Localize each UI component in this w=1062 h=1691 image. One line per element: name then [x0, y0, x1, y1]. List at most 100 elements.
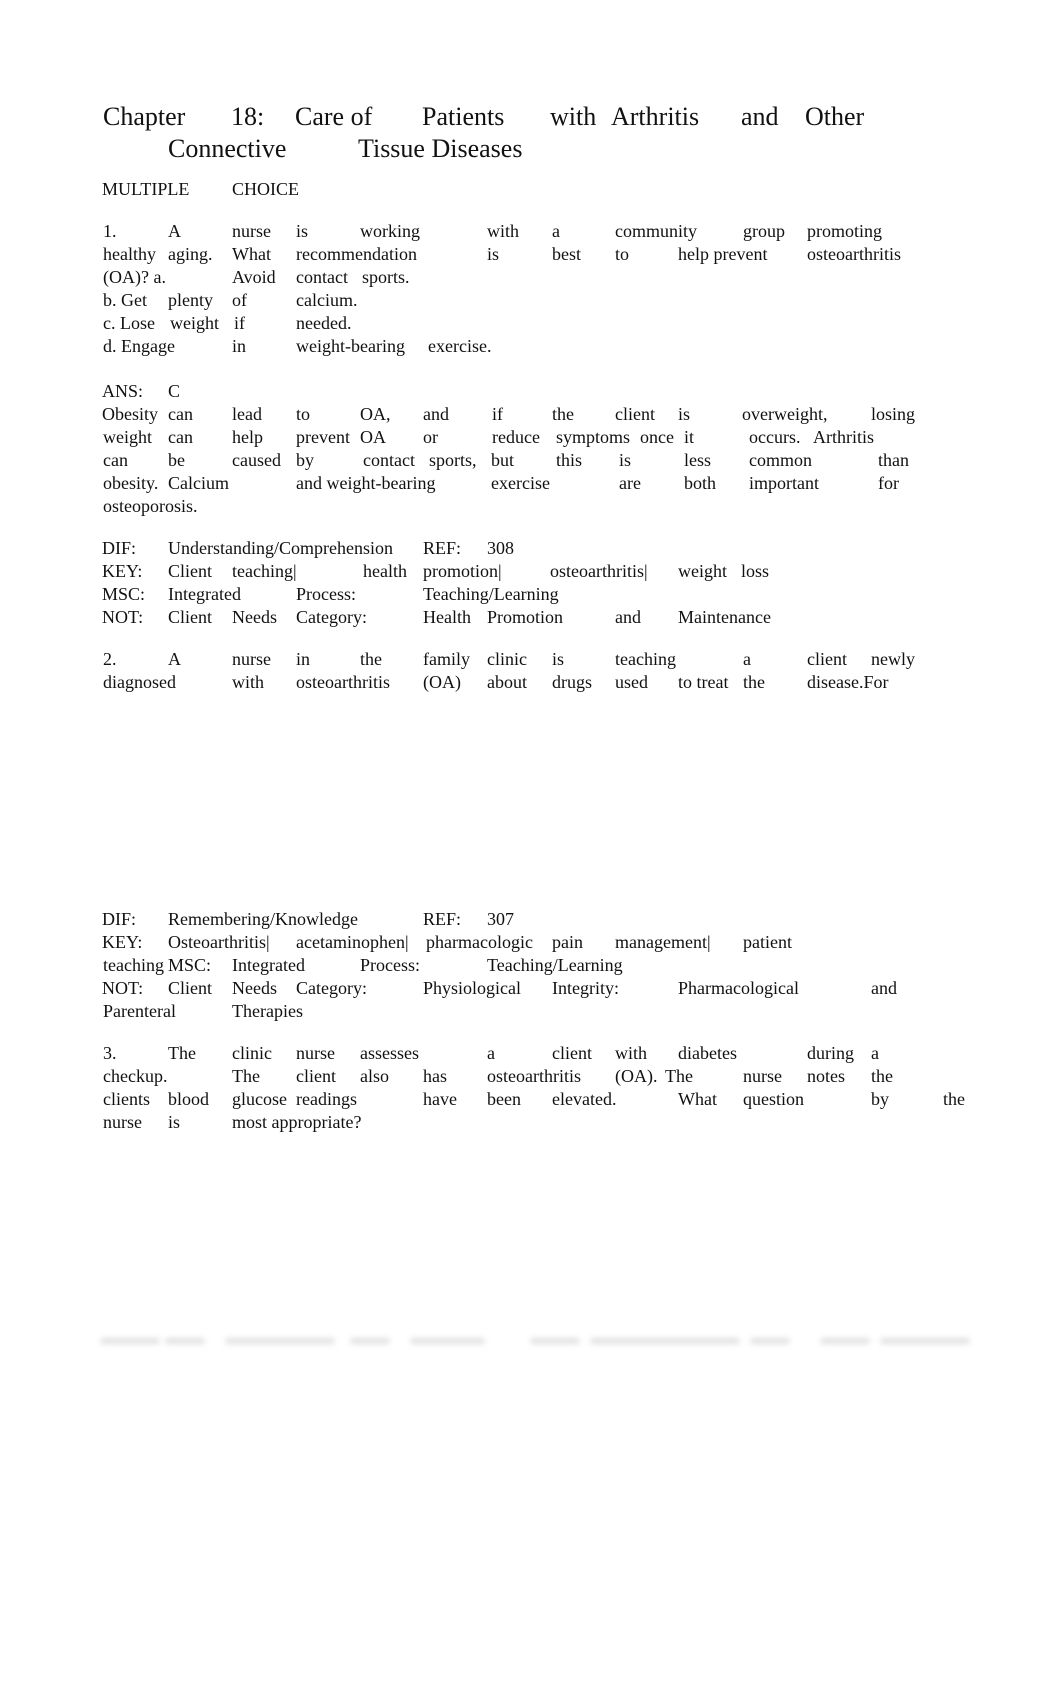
word: help prevent: [678, 244, 768, 264]
word: newly: [871, 649, 915, 669]
word: loss: [741, 561, 770, 581]
word: Osteoarthritis|: [168, 932, 270, 952]
title-word: with: [550, 102, 597, 131]
word: management|: [615, 932, 711, 952]
word: patient: [743, 932, 792, 952]
meta-label: MSC:: [102, 584, 146, 604]
word: the: [871, 1066, 893, 1086]
title-word: Other: [805, 102, 865, 131]
word: Needs: [232, 607, 277, 627]
word: group: [743, 221, 785, 241]
obscured-content: [100, 1338, 970, 1348]
word: diagnosed: [103, 672, 176, 692]
word: if: [492, 404, 503, 424]
word: a: [743, 649, 751, 669]
word: reduce: [492, 427, 540, 447]
word: nurse: [743, 1066, 782, 1086]
word: is: [168, 1112, 181, 1132]
word: client: [552, 1043, 592, 1063]
word: A: [168, 649, 181, 669]
word: help: [232, 427, 263, 447]
word: calcium.: [296, 290, 358, 310]
word: common: [749, 450, 812, 470]
word: Promotion: [487, 607, 564, 627]
word: for: [878, 473, 899, 493]
word: if: [234, 313, 245, 333]
word: and: [423, 404, 449, 424]
word: weight: [103, 427, 152, 447]
word: can: [168, 404, 193, 424]
word: teaching: [615, 649, 676, 669]
word: (OA): [423, 672, 461, 692]
blur-segment: [750, 1338, 790, 1344]
meta-label: KEY:: [102, 932, 143, 952]
word: caused: [232, 450, 281, 470]
word: family: [423, 649, 470, 669]
word: in: [296, 649, 311, 669]
word: blood: [168, 1089, 210, 1109]
word: and weight-bearing: [296, 473, 436, 493]
word: Therapies: [232, 1001, 303, 1021]
word: a: [552, 221, 560, 241]
word: question: [743, 1089, 804, 1109]
meta-label: REF:: [423, 909, 462, 929]
word: osteoarthritis: [807, 244, 901, 264]
answer-label: ANS:: [102, 381, 144, 401]
word: readings: [296, 1089, 357, 1109]
word: OA: [360, 427, 386, 447]
word: Client: [168, 561, 212, 581]
word: lead: [232, 404, 262, 424]
word: than: [878, 450, 909, 470]
word: 3.: [103, 1043, 117, 1063]
word: also: [360, 1066, 389, 1086]
word: occurs.: [749, 427, 801, 447]
word: Process:: [296, 584, 356, 604]
word: a: [871, 1043, 879, 1063]
word: d. Engage: [103, 336, 175, 356]
word: Physiological: [423, 978, 521, 998]
word: What: [678, 1089, 717, 1109]
blur-segment: [165, 1338, 205, 1344]
word: sports,: [429, 450, 477, 470]
word: both: [684, 473, 717, 493]
word: weight-bearing: [296, 336, 405, 356]
word: nurse: [232, 649, 271, 669]
word: the: [552, 404, 574, 424]
word: by: [296, 450, 314, 470]
meta-label: DIF:: [102, 538, 137, 558]
word: are: [619, 473, 641, 493]
word: have: [423, 1089, 457, 1109]
word: once: [640, 427, 674, 447]
title-word: and: [741, 102, 779, 131]
word: is: [487, 244, 500, 264]
word: Category:: [296, 607, 367, 627]
document-page: Chapter 18: Care of Patients with Arthri…: [0, 0, 1062, 1691]
blur-segment: [225, 1338, 335, 1344]
word: clients: [103, 1089, 150, 1109]
word: most appropriate?: [232, 1112, 362, 1132]
word: the: [943, 1089, 965, 1109]
heading-word: MULTIPLE: [102, 179, 190, 199]
word: 2.: [103, 649, 117, 669]
word: Integrated: [168, 584, 241, 604]
word: plenty: [168, 290, 213, 310]
word: working: [360, 221, 420, 241]
word: health: [363, 561, 407, 581]
word: contact: [363, 450, 415, 470]
blur-segment: [880, 1338, 970, 1344]
word: Health: [423, 607, 471, 627]
word: A: [168, 221, 181, 241]
answer-value: C: [168, 381, 181, 401]
word: clinic: [232, 1043, 272, 1063]
word: Teaching/Learning: [487, 955, 623, 975]
word: it: [684, 427, 695, 447]
blur-segment: [820, 1338, 870, 1344]
word: sports.: [362, 267, 410, 287]
word: can: [168, 427, 193, 447]
word: teaching: [103, 955, 164, 975]
word: glucose: [232, 1089, 287, 1109]
title-word: Connective: [168, 134, 287, 163]
meta-label: NOT:: [102, 607, 144, 627]
word: nurse: [232, 221, 271, 241]
word: promoting: [807, 221, 882, 241]
